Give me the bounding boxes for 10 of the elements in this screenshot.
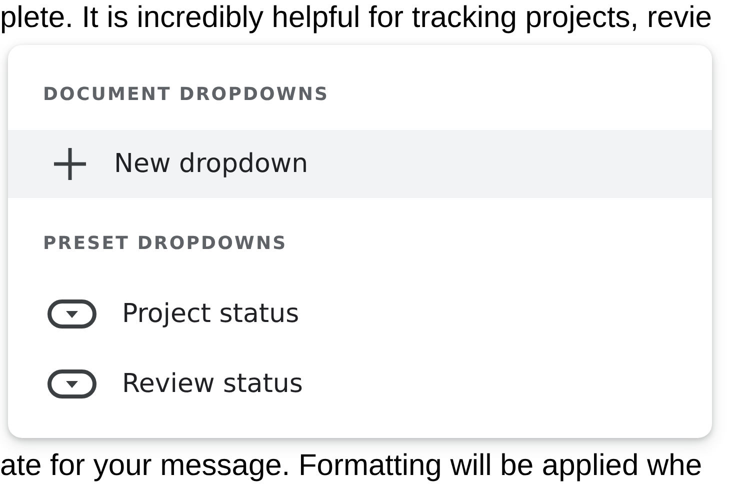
menu-item[interactable]: New dropdown [8, 130, 712, 198]
document-text: ate for your message. Formatting will be applied whe [0, 448, 702, 484]
dropdown-chip-icon [47, 299, 97, 329]
dropdown-chip-icon [47, 369, 97, 399]
section-heading: PRESET DROPDOWNS [42, 232, 288, 256]
section-heading: DOCUMENT DROPDOWNS [42, 83, 330, 107]
menu-item[interactable]: Review status [8, 349, 712, 419]
document-text: plete. It is incredibly helpful for tracking projects, revie [0, 0, 712, 36]
menu-item[interactable]: Project status [8, 279, 712, 349]
plus-icon [52, 146, 88, 182]
